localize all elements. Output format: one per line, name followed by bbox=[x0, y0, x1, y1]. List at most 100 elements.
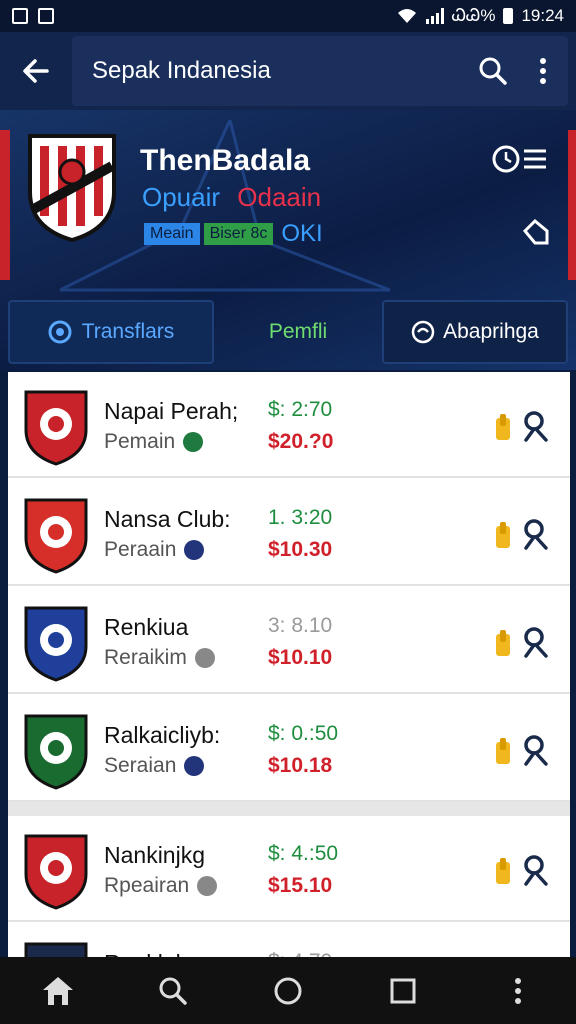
arrow-left-icon bbox=[23, 59, 49, 83]
transfer-status-icon[interactable] bbox=[494, 412, 512, 442]
transfer-status-icon[interactable] bbox=[494, 736, 512, 766]
search-bar[interactable]: Sepak Indanesia bbox=[72, 36, 568, 106]
club-mini-icon bbox=[197, 876, 218, 896]
club-crest-icon bbox=[24, 714, 88, 790]
price-primary: $: 4.:50 bbox=[268, 842, 339, 865]
list-item[interactable]: Ranklub $: 4.70 bbox=[8, 924, 570, 957]
tab-bar: Transflars Pemfli Abaprihga bbox=[8, 300, 568, 364]
price-primary: 1. 3:20 bbox=[268, 506, 333, 529]
club-name: Ralkaicliyb: bbox=[104, 722, 221, 748]
club-subtitle-left: Opuair bbox=[142, 182, 221, 212]
key-icon[interactable] bbox=[522, 734, 548, 768]
decorative-stripe bbox=[568, 130, 576, 280]
search-button[interactable] bbox=[468, 46, 518, 96]
tab-other[interactable]: Abaprihga bbox=[382, 300, 568, 364]
circle-icon bbox=[274, 977, 302, 1004]
status-bar: ᏇᏊ% 19:24 bbox=[0, 0, 576, 32]
club-mini-icon bbox=[184, 756, 205, 776]
wifi-icon bbox=[397, 9, 416, 23]
square-icon bbox=[390, 978, 416, 1003]
price-secondary: $10.18 bbox=[268, 754, 333, 777]
list-item[interactable]: Renkiua Reraikim 3: 8.10 $10.10 bbox=[8, 588, 570, 694]
tag-icon bbox=[522, 218, 549, 245]
club-name: ThenBadala bbox=[140, 144, 311, 177]
club-crest-icon bbox=[24, 498, 88, 574]
club-badges: Meain Biser 8c OKI bbox=[144, 220, 323, 248]
search-icon bbox=[479, 57, 507, 85]
role-label: Seraian bbox=[104, 754, 177, 777]
transfer-icon bbox=[48, 320, 72, 344]
price-primary: $: 4.70 bbox=[268, 950, 332, 957]
tab-profile[interactable]: Pemfli bbox=[222, 300, 374, 364]
clock: 19:24 bbox=[521, 6, 564, 25]
club-mini-icon bbox=[183, 432, 204, 452]
club-name: Ranklub bbox=[104, 950, 188, 957]
role-label: Reraikim bbox=[104, 646, 187, 669]
more-options-button[interactable] bbox=[518, 46, 568, 96]
price-secondary: $10.30 bbox=[268, 538, 333, 561]
status-right: ᏇᏊ% 19:24 bbox=[396, 6, 564, 26]
club-subtitle-right: Odaain bbox=[237, 182, 322, 212]
price-primary: $: 2:70 bbox=[268, 398, 333, 421]
player-role: Peraain bbox=[104, 538, 205, 562]
chat-icon bbox=[411, 320, 435, 344]
list-item[interactable]: Ralkaicliyb: Seraian $: 0.:50 $10.18 bbox=[8, 696, 570, 802]
key-icon[interactable] bbox=[522, 854, 548, 888]
club-crest-icon bbox=[24, 390, 88, 466]
player-role: Rpeairan bbox=[104, 874, 218, 898]
role-label: Rpeairan bbox=[104, 874, 190, 897]
transfer-status-icon[interactable] bbox=[494, 628, 512, 658]
more-vert-icon bbox=[540, 58, 546, 84]
battery-icon bbox=[503, 8, 514, 24]
status-indicator: ᏇᏊ% bbox=[451, 6, 496, 25]
history-menu-button[interactable] bbox=[492, 144, 548, 179]
club-name: Nansa Club: bbox=[104, 506, 231, 532]
player-role: Pemain bbox=[104, 430, 204, 454]
key-icon[interactable] bbox=[522, 410, 548, 444]
home-button[interactable] bbox=[28, 961, 88, 1021]
home-icon bbox=[42, 976, 73, 1005]
price-primary: $: 0.:50 bbox=[268, 722, 339, 745]
tag-button[interactable] bbox=[522, 218, 550, 251]
app-bar: Sepak Indanesia bbox=[0, 32, 576, 110]
club-name: Nankinjkg bbox=[104, 842, 205, 868]
decorative-stripe bbox=[0, 130, 10, 280]
more-vert-icon bbox=[515, 977, 522, 1004]
player-list: Napai Perah; Pemain $: 2:70 $20.?0 Nansa Clu… bbox=[8, 372, 570, 957]
player-role: Seraian bbox=[104, 754, 205, 778]
price-secondary: $20.?0 bbox=[268, 430, 334, 453]
badge-blue: Meain bbox=[144, 223, 200, 245]
club-crest-icon bbox=[24, 606, 88, 682]
tab-transfers[interactable]: Transflars bbox=[8, 300, 214, 364]
search-icon bbox=[159, 977, 187, 1005]
club-name: Renkiua bbox=[104, 614, 189, 640]
key-icon[interactable] bbox=[522, 626, 548, 660]
signal-icon bbox=[425, 8, 444, 24]
overview-button[interactable] bbox=[258, 961, 318, 1021]
list-item[interactable]: Nankinjkg Rpeairan $: 4.:50 $15.10 bbox=[8, 816, 570, 922]
transfer-status-icon[interactable] bbox=[494, 856, 512, 886]
club-crest-icon bbox=[28, 134, 116, 242]
search-nav-button[interactable] bbox=[143, 961, 203, 1021]
tab-label: Transflars bbox=[81, 320, 175, 343]
club-header: ThenBadala Opuair Odaain Meain Biser 8c … bbox=[0, 110, 576, 370]
key-icon[interactable] bbox=[522, 518, 548, 552]
tab-label: Pemfli bbox=[268, 320, 328, 343]
tab-label: Abaprihga bbox=[443, 320, 539, 343]
nav-more-button[interactable] bbox=[488, 961, 548, 1021]
notification-icons bbox=[12, 8, 54, 24]
list-item[interactable]: Nansa Club: Peraain 1. 3:20 $10.30 bbox=[8, 480, 570, 586]
role-label: Pemain bbox=[104, 430, 176, 453]
transfer-status-icon[interactable] bbox=[494, 520, 512, 550]
back-button[interactable] bbox=[0, 32, 72, 110]
club-mini-icon bbox=[184, 540, 205, 560]
club-crest-icon bbox=[24, 942, 88, 957]
list-item[interactable]: Napai Perah; Pemain $: 2:70 $20.?0 bbox=[8, 372, 570, 478]
club-name: Napai Perah; bbox=[104, 398, 239, 424]
price-secondary: $15.10 bbox=[268, 874, 333, 897]
role-label: Peraain bbox=[104, 538, 177, 561]
price-primary: 3: 8.10 bbox=[268, 614, 333, 637]
system-nav-bar bbox=[0, 957, 576, 1024]
player-role: Reraikim bbox=[104, 646, 215, 670]
recents-button[interactable] bbox=[373, 961, 433, 1021]
